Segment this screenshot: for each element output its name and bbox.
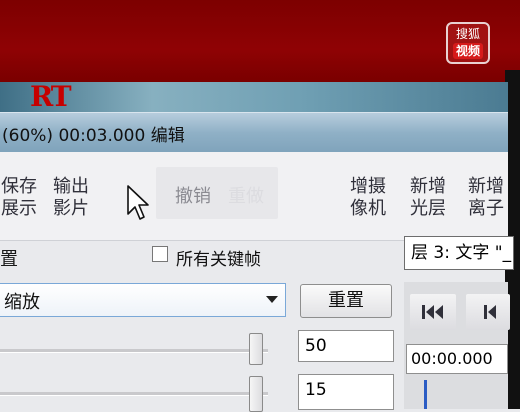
skip-to-start-icon	[422, 305, 443, 319]
sohu-video-logo: 搜狐 视频	[446, 22, 490, 64]
value-1-input[interactable]: 50	[298, 330, 394, 362]
new-light-line2: 光层	[410, 198, 446, 219]
logo-line2: 视频	[452, 43, 483, 59]
all-keyframes-label: 所有关键帧	[176, 250, 261, 270]
mouse-cursor-icon	[127, 185, 149, 220]
new-particle-button[interactable]: 新增 离子	[462, 176, 510, 220]
all-keyframes-checkbox[interactable]	[152, 246, 168, 262]
export-movie-button[interactable]: 输出 影片	[46, 176, 96, 220]
save-show-button[interactable]: 保存 展示	[0, 176, 38, 220]
add-camera-button[interactable]: 增摄 像机	[344, 176, 392, 220]
preview-text-glyph: RT	[30, 80, 72, 113]
video-background	[0, 0, 520, 82]
previous-frame-button[interactable]	[466, 294, 510, 330]
reset-button[interactable]: 重置	[300, 284, 392, 318]
export-movie-line1: 输出	[53, 176, 89, 197]
transform-mode-value: 缩放	[4, 292, 40, 313]
layer-select[interactable]: 层 3: 文字 "_	[404, 236, 514, 270]
window-title: (60%) 00:03.000 编辑	[2, 126, 185, 146]
undo-button[interactable]: 撤销	[168, 186, 218, 208]
add-camera-line2: 像机	[350, 198, 386, 219]
new-particle-line2: 离子	[468, 198, 504, 219]
time-field[interactable]: 00:00.000	[406, 344, 508, 374]
new-light-line1: 新增	[410, 176, 446, 197]
slider-2-thumb[interactable]	[249, 376, 263, 412]
logo-line1: 搜狐	[455, 27, 480, 41]
save-show-line1: 保存	[1, 176, 37, 197]
dropdown-arrow-icon	[266, 296, 278, 303]
transform-mode-select[interactable]	[0, 283, 286, 317]
slider-1-thumb[interactable]	[249, 333, 263, 365]
new-particle-line1: 新增	[468, 176, 504, 197]
timeline-playhead[interactable]	[424, 380, 427, 409]
step-back-icon	[484, 305, 496, 319]
redo-button[interactable]: 重做	[226, 186, 266, 208]
value-2-input[interactable]: 15	[298, 374, 394, 410]
slider-2-track[interactable]	[0, 392, 268, 396]
new-light-layer-button[interactable]: 新增 光层	[404, 176, 452, 220]
slider-1-track[interactable]	[0, 349, 268, 353]
options-label: 置	[0, 249, 18, 270]
export-movie-line2: 影片	[53, 198, 89, 219]
add-camera-line1: 增摄	[350, 176, 386, 197]
save-show-line2: 展示	[1, 198, 37, 219]
go-to-start-button[interactable]	[410, 294, 456, 330]
